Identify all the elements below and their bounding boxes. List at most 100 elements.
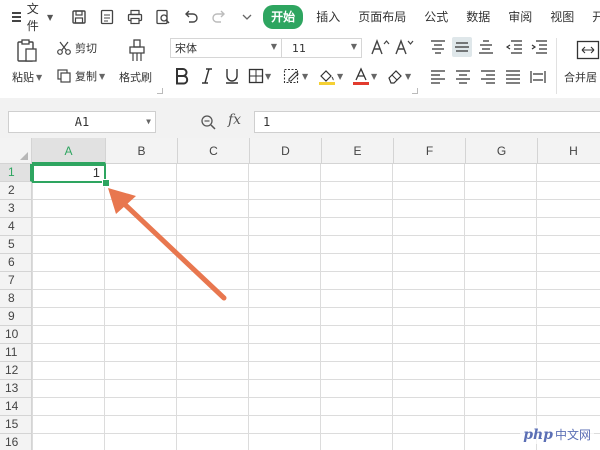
chevron-down-icon: ▼ xyxy=(47,12,54,22)
arrow-shaft xyxy=(115,195,227,301)
tab-insert[interactable]: 插入 xyxy=(307,5,349,29)
export-pdf-icon[interactable] xyxy=(98,8,116,26)
cut-button[interactable]: 剪切 xyxy=(56,40,97,56)
tab-page-layout[interactable]: 页面布局 xyxy=(349,5,415,29)
fill-color-icon xyxy=(318,67,336,85)
font-color-icon xyxy=(352,67,370,85)
watermark-php: php xyxy=(523,426,553,443)
copy-icon xyxy=(56,68,72,84)
scissors-icon xyxy=(56,40,72,56)
cut-label: 剪切 xyxy=(75,42,97,55)
formula-input[interactable]: 1 xyxy=(254,111,600,133)
paste-button[interactable] xyxy=(14,38,40,64)
font-increase-icon xyxy=(370,38,390,56)
indent-icon xyxy=(530,40,548,54)
cell-style-icon xyxy=(283,67,301,85)
quick-access-toolbar xyxy=(65,8,261,26)
format-painter-icon xyxy=(124,38,150,64)
cell-style-button[interactable]: ▼ xyxy=(283,67,308,85)
chevron-down-icon: ▼ xyxy=(146,117,151,126)
chevron-down-icon: ▼ xyxy=(270,42,277,51)
align-bottom-button[interactable] xyxy=(478,40,494,54)
copy-button[interactable]: 复制 ▼ xyxy=(56,68,105,84)
distributed-align-button[interactable] xyxy=(530,70,546,84)
ribbon: 粘贴 ▼ 剪切 复制 ▼ 格式刷 宋体 ▼ 11 ▼ ▼ ▼ ▼ ▼ ▼ 合并居 xyxy=(0,34,600,98)
borders-icon xyxy=(248,67,264,85)
distributed-align-icon xyxy=(530,70,546,84)
align-top-button[interactable] xyxy=(430,40,446,54)
insert-function-button[interactable]: fx xyxy=(228,112,241,128)
align-right-button[interactable] xyxy=(480,70,496,84)
merge-label-wrap[interactable]: 合并居 xyxy=(564,69,597,85)
ribbon-gap xyxy=(0,98,600,108)
paste-label: 粘贴 xyxy=(12,71,34,84)
merge-center-label: 合并居 xyxy=(564,71,597,84)
print-preview-icon[interactable] xyxy=(154,8,172,26)
clipboard-group-expander[interactable] xyxy=(157,88,163,94)
chevron-down-icon: ▼ xyxy=(265,71,272,81)
tab-view[interactable]: 视图 xyxy=(541,5,583,29)
align-left-icon xyxy=(430,70,446,84)
font-group-expander[interactable] xyxy=(412,88,418,94)
align-middle-icon xyxy=(454,40,470,54)
redo-icon[interactable] xyxy=(210,8,228,26)
borders-button[interactable]: ▼ xyxy=(248,67,271,85)
spreadsheet-grid: A B C D E F G H 1 2 3 4 5 6 7 8 9 10 11 … xyxy=(0,138,600,450)
merge-center-button[interactable] xyxy=(576,38,600,62)
ribbon-tabs: 开始 插入 页面布局 公式 数据 审阅 视图 开发 xyxy=(263,5,600,29)
tab-developer[interactable]: 开发 xyxy=(583,5,600,29)
italic-button[interactable] xyxy=(200,67,214,85)
tab-home[interactable]: 开始 xyxy=(263,5,304,29)
zoom-search-icon[interactable] xyxy=(200,114,216,133)
format-painter-label: 格式刷 xyxy=(119,71,152,84)
name-box[interactable]: A1 ▼ xyxy=(8,111,156,133)
font-name-value: 宋体 xyxy=(175,42,197,55)
align-center-button[interactable] xyxy=(455,70,471,84)
eraser-icon xyxy=(386,67,404,85)
annotation-arrow xyxy=(108,188,227,301)
decrease-indent-button[interactable] xyxy=(505,40,523,54)
tab-data[interactable]: 数据 xyxy=(457,5,499,29)
chevron-down-icon: ▼ xyxy=(405,71,412,81)
align-left-button[interactable] xyxy=(430,70,446,84)
italic-icon xyxy=(200,67,214,85)
align-right-icon xyxy=(480,70,496,84)
bold-button[interactable] xyxy=(174,67,190,85)
customize-toolbar-icon[interactable] xyxy=(238,8,256,26)
underline-icon xyxy=(224,67,240,85)
increase-indent-button[interactable] xyxy=(530,40,548,54)
print-icon[interactable] xyxy=(126,8,144,26)
chevron-down-icon: ▼ xyxy=(99,71,106,81)
clear-format-button[interactable]: ▼ xyxy=(386,67,411,85)
underline-button[interactable] xyxy=(224,67,240,85)
watermark: php 中文网 xyxy=(520,425,594,444)
bold-icon xyxy=(174,67,190,85)
font-color-button[interactable]: ▼ xyxy=(352,67,377,85)
font-size-select[interactable]: 11 ▼ xyxy=(282,38,362,58)
justify-button[interactable] xyxy=(505,70,521,84)
undo-icon[interactable] xyxy=(182,8,200,26)
watermark-cn: 中文网 xyxy=(554,428,591,442)
group-separator xyxy=(556,38,557,94)
file-menu[interactable]: 文件 ▼ xyxy=(12,0,53,34)
hamburger-icon xyxy=(12,12,21,22)
tab-formulas[interactable]: 公式 xyxy=(415,5,457,29)
paste-dropdown[interactable]: 粘贴 ▼ xyxy=(12,69,42,85)
align-middle-button[interactable] xyxy=(452,37,472,57)
save-icon[interactable] xyxy=(70,8,88,26)
chevron-down-icon: ▼ xyxy=(371,71,378,81)
format-painter-button[interactable] xyxy=(124,38,150,64)
fill-color-button[interactable]: ▼ xyxy=(318,67,343,85)
increase-font-size-button[interactable] xyxy=(370,38,390,56)
font-name-select[interactable]: 宋体 ▼ xyxy=(170,38,282,58)
merge-cells-icon xyxy=(576,38,600,62)
name-box-value: A1 xyxy=(74,115,90,129)
tab-review[interactable]: 审阅 xyxy=(499,5,541,29)
align-bottom-icon xyxy=(478,40,494,54)
decrease-font-size-button[interactable] xyxy=(394,38,414,56)
format-painter-label-wrap[interactable]: 格式刷 xyxy=(119,69,152,85)
chevron-down-icon: ▼ xyxy=(350,42,357,51)
outdent-icon xyxy=(505,40,523,54)
chevron-down-icon: ▼ xyxy=(337,71,344,81)
file-menu-label: 文件 xyxy=(26,2,39,33)
